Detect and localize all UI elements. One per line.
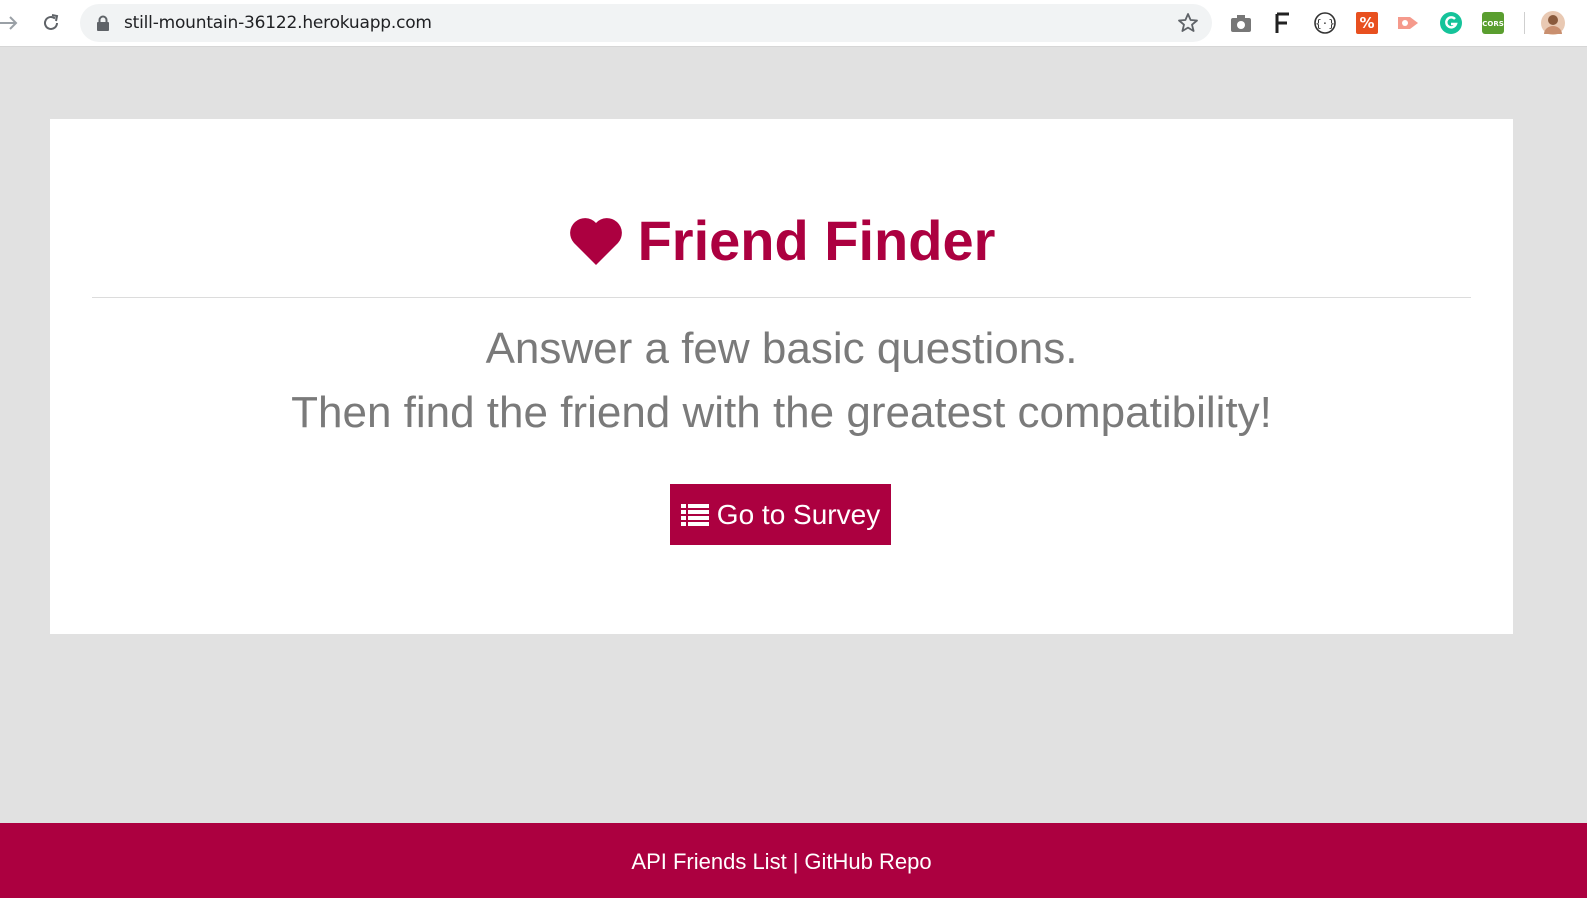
lock-icon bbox=[97, 15, 109, 31]
forward-icon[interactable] bbox=[0, 8, 24, 38]
go-to-survey-button[interactable]: Go to Survey bbox=[670, 484, 891, 545]
footer-links: API Friends List | GitHub Repo bbox=[0, 826, 1563, 898]
title-text: Friend Finder bbox=[637, 209, 996, 272]
list-icon bbox=[680, 503, 709, 526]
braces-icon[interactable]: {·} bbox=[1312, 10, 1338, 36]
lead-line-2: Then find the friend with the greatest c… bbox=[291, 388, 1272, 437]
api-friends-list-link[interactable]: API Friends List bbox=[631, 849, 786, 875]
page-title: Friend Finder bbox=[0, 208, 1563, 273]
address-bar[interactable]: still-mountain-36122.herokuapp.com bbox=[80, 4, 1212, 42]
window-bottom-edge bbox=[0, 898, 1587, 910]
heart-icon bbox=[569, 217, 622, 265]
survey-button-label: Go to Survey bbox=[716, 498, 881, 530]
github-repo-link[interactable]: GitHub Repo bbox=[804, 849, 931, 875]
camera-icon[interactable] bbox=[1228, 10, 1254, 36]
grammarly-icon[interactable] bbox=[1438, 10, 1464, 36]
svg-text:%: % bbox=[1359, 14, 1374, 32]
f-extension-icon[interactable] bbox=[1270, 10, 1296, 36]
percent-extension-icon[interactable]: % bbox=[1354, 10, 1380, 36]
cors-label: CORS bbox=[1482, 20, 1504, 28]
lead-line-1: Answer a few basic questions. bbox=[485, 324, 1078, 373]
profile-avatar[interactable] bbox=[1540, 10, 1566, 36]
bookmark-star-icon[interactable] bbox=[1176, 11, 1200, 35]
svg-text:{·}: {·} bbox=[1315, 17, 1335, 30]
toolbar-separator bbox=[1524, 12, 1525, 34]
cors-icon[interactable]: CORS bbox=[1480, 10, 1506, 36]
jumbotron-card bbox=[50, 119, 1513, 634]
recorder-icon[interactable] bbox=[1396, 10, 1422, 36]
url-text: still-mountain-36122.herokuapp.com bbox=[124, 13, 432, 33]
divider bbox=[92, 297, 1471, 298]
browser-toolbar: still-mountain-36122.herokuapp.com {·} %… bbox=[0, 0, 1587, 47]
reload-icon[interactable] bbox=[36, 8, 66, 38]
footer-separator: | bbox=[792, 849, 799, 874]
